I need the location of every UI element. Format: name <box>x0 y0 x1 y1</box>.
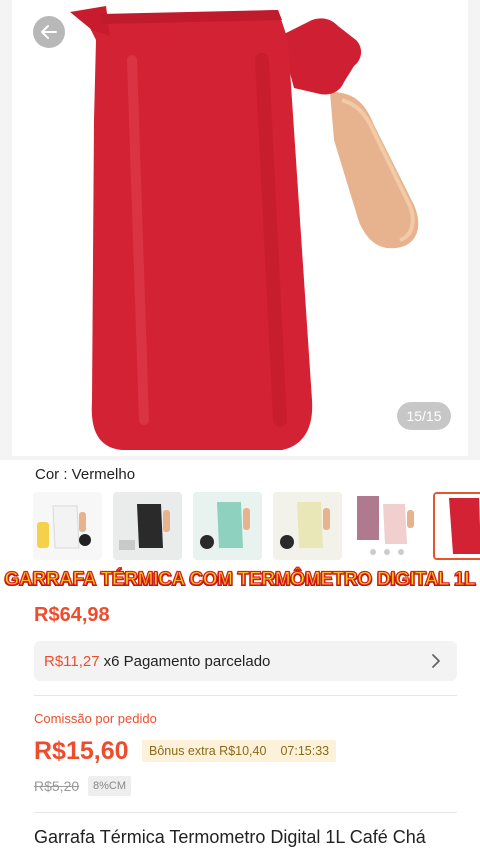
bonus-badge: Bônus extra R$10,40 07:15:33 <box>142 740 337 762</box>
arrow-left-icon <box>41 25 57 39</box>
pink-jug-box-thumbnail-image <box>353 492 422 560</box>
white-jug-thumbnail-image <box>33 492 102 560</box>
divider <box>34 695 457 696</box>
red-thermal-jug-image <box>70 6 419 450</box>
installment-row[interactable]: R$11,27 x6 Pagamento parcelado <box>34 641 457 681</box>
variant-thumbnail-white[interactable] <box>33 492 102 560</box>
variant-thumbnail-green[interactable] <box>193 492 262 560</box>
installment-text: x6 Pagamento parcelado <box>103 652 271 670</box>
old-commission-value: R$5,20 <box>34 778 80 794</box>
variant-thumbnail-pink-box[interactable] <box>353 492 422 560</box>
variant-thumbnail-red[interactable] <box>433 492 480 560</box>
installment-amount: R$11,27 <box>44 652 100 670</box>
promo-banner-title: GARRAFA TÉRMICA COM TERMÔMETRO DIGITAL 1… <box>4 568 477 590</box>
commission-rate-badge: 8%CM <box>88 776 132 796</box>
red-jug-thumbnail-image <box>435 494 480 558</box>
image-counter: 15/15 <box>397 402 451 430</box>
variant-thumbnails <box>33 492 480 562</box>
product-price: R$64,98 <box>34 604 110 626</box>
color-variant-label: Cor : Vermelho <box>35 466 136 483</box>
bonus-timer: 07:15:33 <box>280 744 330 758</box>
black-jug-thumbnail-image <box>113 492 182 560</box>
variant-thumbnail-black[interactable] <box>113 492 182 560</box>
bonus-text: Bônus extra R$10,40 <box>149 744 267 758</box>
commission-value: R$15,60 <box>34 737 129 765</box>
back-button[interactable] <box>33 16 65 48</box>
beige-jug-thumbnail-image <box>273 492 342 560</box>
product-title: Garrafa Térmica Termometro Digital 1L Ca… <box>34 827 426 847</box>
divider <box>34 812 457 813</box>
product-image <box>12 0 468 456</box>
variant-thumbnail-beige[interactable] <box>273 492 342 560</box>
chevron-right-icon <box>432 654 440 668</box>
green-jug-thumbnail-image <box>193 492 262 560</box>
product-image-carousel[interactable]: 15/15 <box>0 0 480 460</box>
commission-label: Comissão por pedido <box>34 711 157 726</box>
